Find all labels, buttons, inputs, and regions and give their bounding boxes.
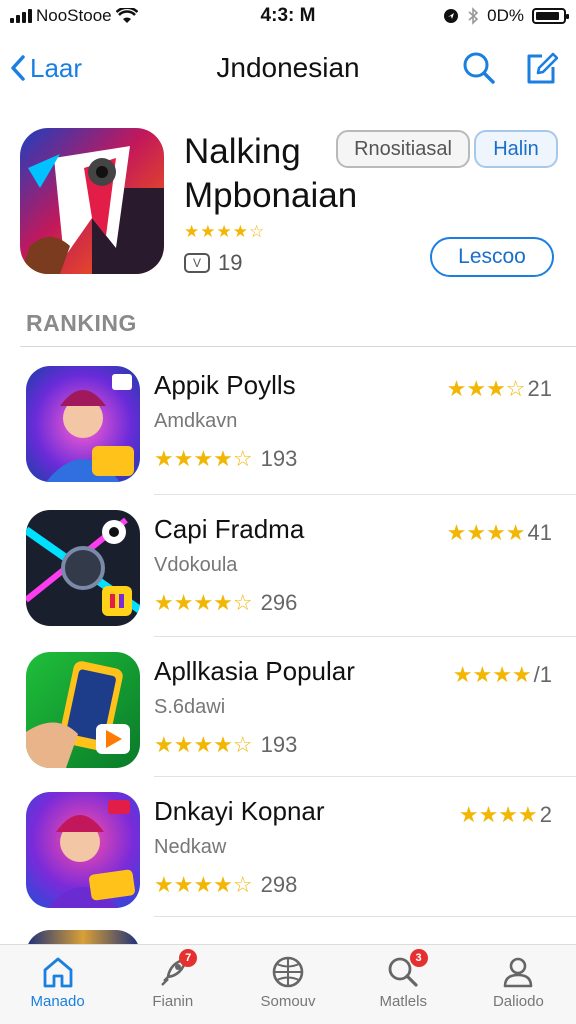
app-icon — [26, 792, 140, 908]
tab-rocket[interactable]: 7 Fianin — [115, 945, 230, 1024]
row-divider — [154, 776, 576, 777]
row-divider — [154, 494, 576, 495]
score-value: 21 — [527, 376, 552, 401]
star-rating: ★★★★☆ — [154, 590, 253, 615]
review-count: 193 — [260, 446, 298, 471]
tab-label: Matlels — [379, 993, 427, 1010]
section-divider — [20, 346, 576, 347]
score-stars: ★★★☆ — [446, 376, 526, 401]
carrier-label: NooStooe — [36, 6, 112, 25]
back-button[interactable]: Laar — [10, 53, 82, 84]
featured-app-icon[interactable] — [20, 128, 164, 274]
app-icon — [26, 510, 140, 626]
app-icon — [26, 366, 140, 482]
star-rating: ★★★★☆ — [154, 732, 253, 757]
app-rating: ★★★★☆ 193 — [154, 446, 297, 472]
tab-label: Manado — [30, 993, 85, 1010]
app-name: Capi Fradma — [154, 514, 305, 544]
search-icon[interactable] — [462, 51, 496, 85]
language-chip[interactable]: Halin — [474, 130, 558, 168]
app-icon — [26, 652, 140, 768]
tab-profile[interactable]: Daliodo — [461, 945, 576, 1024]
app-row[interactable]: Apllkasia Popular S.6dawi ★★★★☆ 193 ★★★★… — [0, 652, 576, 792]
featured-name-line2: Mpbonaian — [184, 176, 358, 215]
featured-star-rating: ★★★★☆ — [184, 222, 266, 241]
tab-search[interactable]: 3 Matlels — [346, 945, 461, 1024]
signal-icon — [10, 9, 32, 23]
app-row[interactable]: Appik Poylls Amdkavn ★★★★☆ 193 ★★★☆ 21 — [0, 366, 576, 506]
score-value: 41 — [527, 520, 552, 545]
app-name: Apllkasia Popular — [154, 656, 355, 686]
tab-home[interactable]: Manado — [0, 945, 115, 1024]
get-button[interactable]: Lescoo — [430, 237, 554, 277]
score-value: /1 — [533, 662, 552, 687]
tab-label: Daliodo — [492, 993, 544, 1010]
featured-meta: V 19 — [184, 250, 242, 276]
category-chip[interactable]: Rnositiasal — [336, 130, 470, 168]
review-count: 298 — [260, 872, 298, 897]
app-rating: ★★★★☆ 298 — [154, 872, 297, 898]
person-icon — [504, 957, 533, 988]
battery-percent: 0D% — [487, 6, 524, 25]
app-subtitle: Nedkaw — [154, 836, 227, 858]
bluetooth-icon — [468, 7, 479, 25]
navigation-bar: Laar Jndonesian — [0, 42, 576, 94]
app-score: ★★★★ 41 — [447, 520, 552, 546]
row-divider — [154, 636, 576, 637]
row-divider — [154, 916, 576, 917]
app-score: ★★★★ 2 — [459, 802, 552, 828]
app-subtitle: S.6dawi — [154, 696, 226, 718]
battery-icon — [532, 8, 569, 24]
chevron-left-icon — [11, 55, 25, 81]
score-stars: ★★★★ — [452, 662, 532, 687]
star-rating: ★★★★☆ — [154, 872, 253, 897]
app-score: ★★★★ /1 — [453, 662, 552, 688]
globe-icon — [272, 956, 304, 988]
review-count: 193 — [260, 732, 298, 757]
app-score: ★★★☆ 21 — [447, 376, 552, 402]
tab-badge: 3 — [409, 949, 428, 967]
tab-label: Somouv — [260, 993, 316, 1010]
score-stars: ★★★★ — [458, 802, 538, 827]
age-rating-badge: V — [184, 253, 210, 273]
tab-bar: Manado 7 Fianin Somouv 3 Matlels Daliodo — [0, 944, 576, 1024]
score-stars: ★★★★ — [446, 520, 526, 545]
app-subtitle: Vdokoula — [154, 554, 238, 576]
compose-icon[interactable] — [526, 51, 558, 85]
section-title: RANKING — [26, 310, 137, 336]
status-time: 4:3: M — [260, 5, 316, 26]
score-value: 2 — [539, 802, 552, 827]
tab-globe[interactable]: Somouv — [230, 945, 345, 1024]
home-icon — [43, 957, 72, 988]
app-rating: ★★★★☆ 296 — [154, 590, 297, 616]
tab-label: Fianin — [152, 993, 194, 1010]
review-count: 296 — [260, 590, 298, 615]
app-row[interactable]: Dnkayi Kopnar Nedkaw ★★★★☆ 298 ★★★★ 2 — [0, 792, 576, 932]
app-subtitle: Amdkavn — [154, 410, 238, 432]
app-rating: ★★★★☆ 193 — [154, 732, 297, 758]
battery-fill — [536, 12, 560, 20]
back-label: Laar — [30, 52, 83, 83]
status-bar: NooStooe 4:3: M 0D% — [0, 0, 576, 32]
featured-count: 19 — [218, 250, 243, 275]
location-icon — [444, 9, 459, 23]
app-name: Dnkayi Kopnar — [154, 796, 325, 826]
tab-badge: 7 — [179, 949, 198, 967]
app-row[interactable]: Capi Fradma Vdokoula ★★★★☆ 296 ★★★★ 41 — [0, 510, 576, 650]
wifi-icon — [115, 8, 138, 23]
star-rating: ★★★★☆ — [154, 446, 253, 471]
app-name: Appik Poylls — [154, 370, 296, 400]
